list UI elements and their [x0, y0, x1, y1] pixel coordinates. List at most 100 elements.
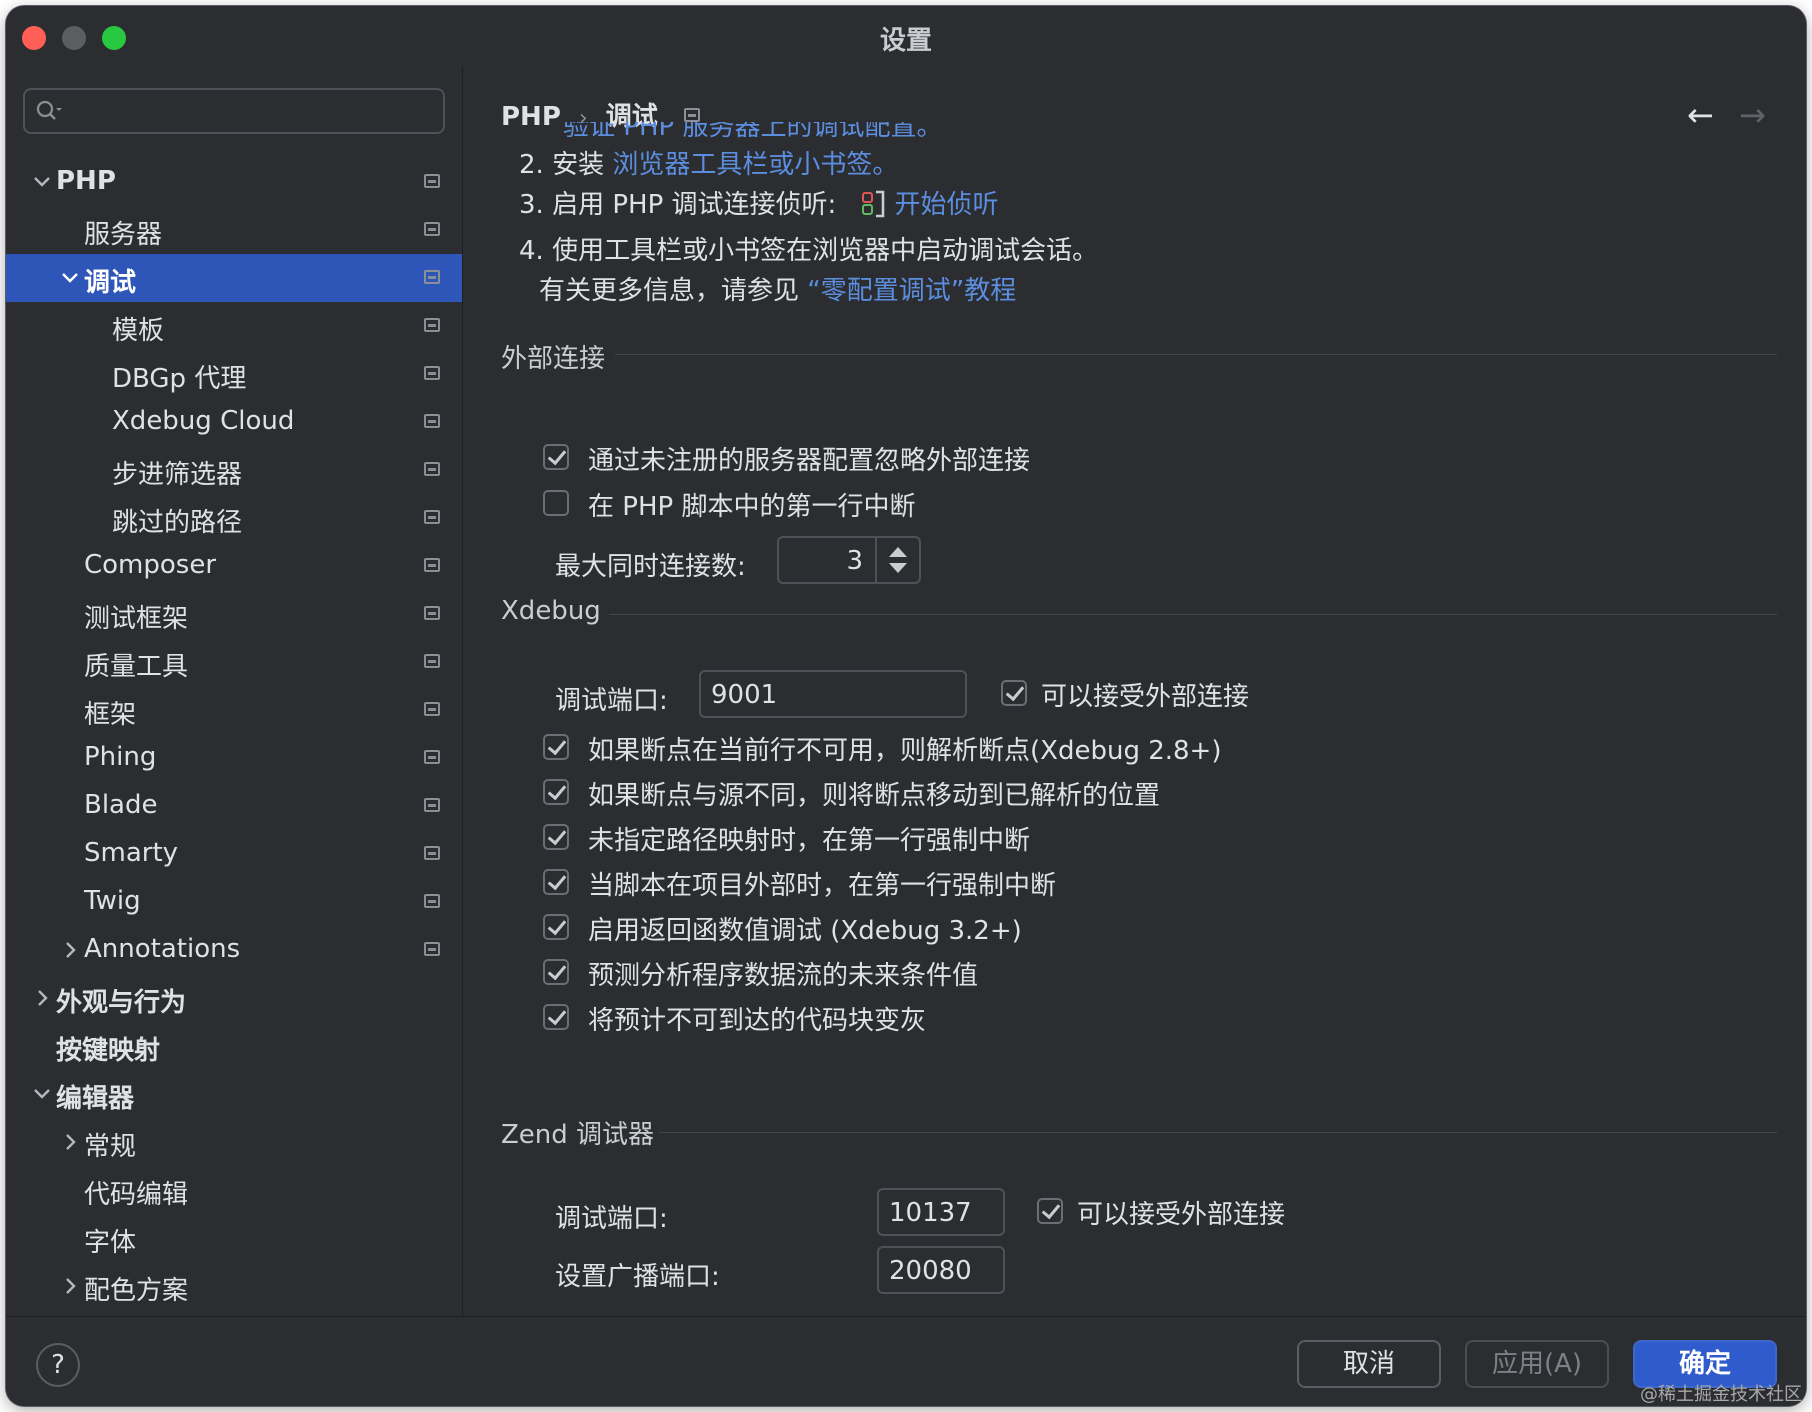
sidebar-item[interactable]: Annotations: [6, 926, 462, 974]
sidebar-item-label: 质量工具: [84, 652, 189, 682]
sidebar-item-label: 按键映射: [56, 1036, 161, 1066]
project-scope-icon: [424, 222, 440, 236]
project-scope-icon: [684, 108, 700, 122]
section-divider: [659, 1132, 1777, 1133]
sidebar-item-label: 跳过的路径: [112, 508, 243, 538]
project-scope-icon: [424, 798, 440, 812]
xdebug-option-checkbox[interactable]: [543, 869, 569, 895]
ignore-external-checkbox[interactable]: [543, 444, 569, 470]
settings-search-input[interactable]: [23, 88, 445, 134]
settings-sidebar: PHP 服务器调试模板 DBGp 代理 Xdebug Cloud 步进筛选器跳过的路径 C…: [6, 66, 463, 1316]
sidebar-item[interactable]: 模板: [6, 302, 462, 350]
xdebug-option-checkbox[interactable]: [543, 914, 569, 940]
debug-settings-panel: PHP › 调试 ← → 验证 PHP 服务器上的调试配置。 2. 安装 浏览器工具…: [463, 66, 1806, 1316]
start-listening-link[interactable]: 开始侦听: [895, 190, 999, 220]
sidebar-item[interactable]: 编辑器: [6, 1070, 462, 1118]
project-scope-icon: [424, 654, 440, 668]
xdebug-option-checkbox[interactable]: [543, 779, 569, 805]
chevron-right-icon[interactable]: [58, 938, 82, 962]
project-scope-icon: [424, 174, 440, 188]
sidebar-item[interactable]: Xdebug Cloud: [6, 398, 462, 446]
xdebug-accept-external-label: 可以接受外部连接: [1041, 682, 1250, 712]
back-arrow-icon[interactable]: ←: [1687, 96, 1714, 134]
xdebug-option-checkbox[interactable]: [543, 734, 569, 760]
sidebar-item[interactable]: 字体: [6, 1214, 462, 1262]
xdebug-port-input[interactable]: 9001: [699, 670, 967, 718]
sidebar-item[interactable]: Composer: [6, 542, 462, 590]
xdebug-accept-external-checkbox[interactable]: [1001, 680, 1027, 706]
apply-button[interactable]: 应用(A): [1465, 1340, 1609, 1388]
stepper-up-icon[interactable]: [889, 547, 907, 557]
debug-listen-icon[interactable]: [859, 189, 889, 219]
sidebar-item[interactable]: 框架: [6, 686, 462, 734]
sidebar-item[interactable]: 跳过的路径: [6, 494, 462, 542]
sidebar-item[interactable]: 服务器: [6, 206, 462, 254]
project-scope-icon: [424, 510, 440, 524]
step-2: 2. 安装 浏览器工具栏或小书签。: [519, 150, 899, 180]
sidebar-item-label: Annotations: [84, 934, 241, 964]
chevron-right-icon[interactable]: [58, 1130, 82, 1154]
sidebar-item-label: 模板: [112, 316, 165, 346]
broadcast-port-input[interactable]: 20080: [877, 1246, 1005, 1294]
watermark: @稀土掘金技术社区: [1640, 1384, 1802, 1405]
sidebar-item[interactable]: Phing: [6, 734, 462, 782]
sidebar-item[interactable]: 配色方案: [6, 1262, 462, 1310]
chevron-right-icon[interactable]: [30, 986, 54, 1010]
chevron-right-icon[interactable]: [58, 1274, 82, 1298]
project-scope-icon: [424, 750, 440, 764]
xdebug-option-checkbox[interactable]: [543, 824, 569, 850]
help-button[interactable]: ?: [36, 1343, 80, 1387]
sidebar-item-label: 测试框架: [84, 604, 189, 634]
xdebug-option-checkbox[interactable]: [543, 959, 569, 985]
forward-arrow-icon[interactable]: →: [1739, 96, 1766, 134]
sidebar-item[interactable]: DBGp 代理: [6, 350, 462, 398]
project-scope-icon: [424, 462, 440, 476]
project-scope-icon: [424, 270, 440, 284]
sidebar-item-label: 外观与行为: [56, 988, 187, 1018]
break-first-line-checkbox[interactable]: [543, 490, 569, 516]
project-scope-icon: [424, 414, 440, 428]
chevron-down-icon[interactable]: [58, 266, 82, 290]
cancel-button[interactable]: 取消: [1297, 1340, 1441, 1388]
chevron-down-icon[interactable]: [30, 170, 54, 194]
sidebar-item[interactable]: 代码编辑: [6, 1166, 462, 1214]
sidebar-item-label: DBGp 代理: [112, 364, 247, 394]
xdebug-title: Xdebug: [501, 596, 601, 626]
sidebar-item[interactable]: Twig: [6, 878, 462, 926]
stepper-down-icon[interactable]: [889, 563, 907, 573]
xdebug-option-checkbox[interactable]: [543, 1004, 569, 1030]
sidebar-item-label: Phing: [84, 742, 157, 772]
section-divider: [615, 354, 1777, 355]
sidebar-item[interactable]: 调试: [6, 254, 462, 302]
sidebar-item-label: 编辑器: [56, 1084, 135, 1114]
zend-port-input[interactable]: 10137: [877, 1188, 1005, 1236]
breadcrumb-root[interactable]: PHP: [501, 102, 561, 132]
xdebug-option-label: 启用返回函数值调试 (Xdebug 3.2+): [588, 916, 1022, 946]
sidebar-item-label: 调试: [84, 268, 137, 298]
sidebar-item[interactable]: 外观与行为: [6, 974, 462, 1022]
xdebug-option-label: 未指定路径映射时，在第一行强制中断: [588, 826, 1031, 856]
sidebar-item[interactable]: 质量工具: [6, 638, 462, 686]
sidebar-item[interactable]: Blade: [6, 782, 462, 830]
xdebug-option-label: 将预计不可到达的代码块变灰: [588, 1006, 927, 1036]
sidebar-item[interactable]: 步进筛选器: [6, 446, 462, 494]
max-connections-stepper[interactable]: 3: [777, 536, 921, 584]
sidebar-item[interactable]: 按键映射: [6, 1022, 462, 1070]
sidebar-item[interactable]: Smarty: [6, 830, 462, 878]
dialog-footer: ? 取消 应用(A) 确定: [6, 1316, 1806, 1406]
broadcast-port-label: 设置广播端口:: [555, 1262, 720, 1292]
zero-config-tutorial-link[interactable]: “零配置调试”教程: [807, 276, 1016, 306]
sidebar-item[interactable]: 测试框架: [6, 590, 462, 638]
project-scope-icon: [424, 558, 440, 572]
project-scope-icon: [424, 606, 440, 620]
ignore-external-label: 通过未注册的服务器配置忽略外部连接: [588, 446, 1031, 476]
zend-accept-external-checkbox[interactable]: [1037, 1198, 1063, 1224]
project-scope-icon: [424, 366, 440, 380]
step-4: 4. 使用工具栏或小书签在浏览器中启动调试会话。: [519, 236, 1099, 266]
sidebar-item[interactable]: PHP: [6, 158, 462, 206]
max-connections-label: 最大同时连接数:: [555, 552, 746, 582]
chevron-down-icon[interactable]: [30, 1082, 54, 1106]
sidebar-item[interactable]: 常规: [6, 1118, 462, 1166]
browser-toolbar-link[interactable]: 浏览器工具栏或小书签。: [612, 150, 898, 180]
project-scope-icon: [424, 846, 440, 860]
